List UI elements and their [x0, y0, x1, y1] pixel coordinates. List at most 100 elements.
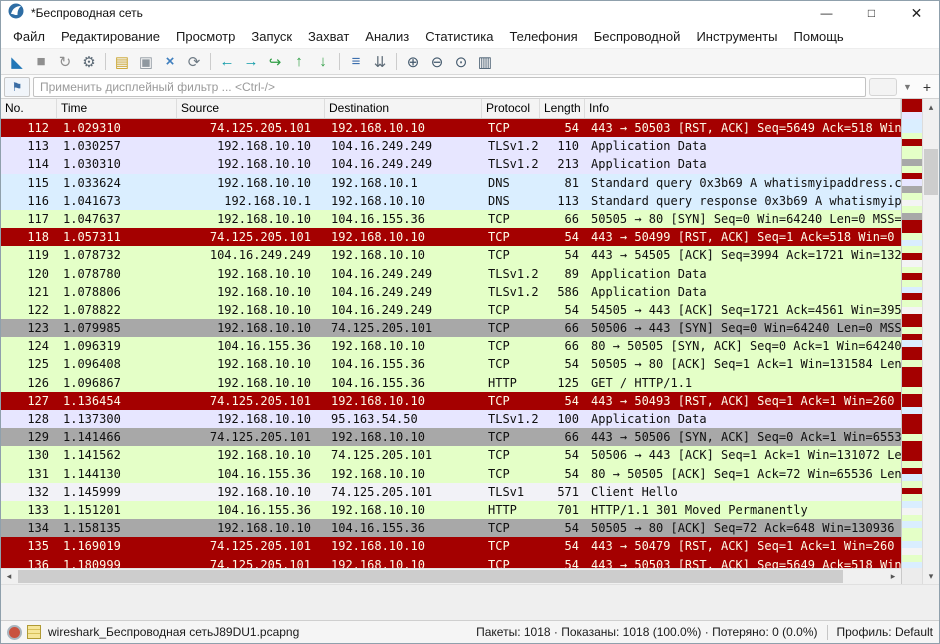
cell-destination: 74.125.205.101: [325, 483, 482, 501]
scroll-right-arrow[interactable]: ▸: [885, 569, 901, 584]
start-capture-icon[interactable]: ◣: [5, 51, 29, 73]
capture-comment-icon[interactable]: [27, 625, 41, 639]
packet-row-125[interactable]: 1251.096408192.168.10.10104.16.155.36TCP…: [1, 355, 901, 373]
main-toolbar: ◣■↻⚙ ▤▣×⟳ ←→↪↑↓ ≡⇊ ⊕⊖⊙▥: [1, 49, 939, 75]
menu-view[interactable]: Просмотр: [168, 29, 243, 44]
cell-destination: 192.168.10.10: [325, 537, 482, 555]
cell-protocol: TCP: [482, 556, 540, 569]
minimap-stripe: [902, 501, 922, 508]
packet-row-127[interactable]: 1271.13645474.125.205.101192.168.10.10TC…: [1, 392, 901, 410]
horizontal-scrollbar[interactable]: ◂ ▸: [1, 568, 901, 584]
capture-options-icon[interactable]: ⚙: [77, 51, 101, 73]
menu-tools[interactable]: Инструменты: [688, 29, 785, 44]
close-file-icon[interactable]: ×: [158, 51, 182, 73]
scroll-left-arrow[interactable]: ◂: [1, 569, 17, 584]
packet-row-134[interactable]: 1341.158135192.168.10.10104.16.155.36TCP…: [1, 519, 901, 537]
zoom-in-icon[interactable]: ⊕: [401, 51, 425, 73]
cell-length: 701: [540, 501, 585, 519]
column-header-source[interactable]: Source: [177, 99, 325, 118]
zoom-out-icon[interactable]: ⊖: [425, 51, 449, 73]
packet-row-128[interactable]: 1281.137300192.168.10.1095.163.54.50TLSv…: [1, 410, 901, 428]
menu-help[interactable]: Помощь: [786, 29, 852, 44]
packet-row-116[interactable]: 1161.041673192.168.10.1192.168.10.10DNS1…: [1, 192, 901, 210]
packet-row-126[interactable]: 1261.096867192.168.10.10104.16.155.36HTT…: [1, 374, 901, 392]
stop-capture-icon[interactable]: ■: [29, 51, 53, 73]
packet-row-132[interactable]: 1321.145999192.168.10.1074.125.205.101TL…: [1, 483, 901, 501]
go-to-packet-icon[interactable]: ↪: [263, 51, 287, 73]
vertical-scroll-thumb[interactable]: [924, 149, 938, 195]
packet-minimap[interactable]: [902, 99, 922, 568]
packet-row-131[interactable]: 1311.144130104.16.155.36192.168.10.10TCP…: [1, 465, 901, 483]
title-bar[interactable]: *Беспроводная сеть — □ ✕: [1, 1, 939, 25]
cell-source: 192.168.10.10: [177, 319, 325, 337]
menu-capture[interactable]: Захват: [300, 29, 357, 44]
packet-row-123[interactable]: 1231.079985192.168.10.1074.125.205.101TC…: [1, 319, 901, 337]
column-header-time[interactable]: Time: [57, 99, 177, 118]
menu-wireless[interactable]: Беспроводной: [586, 29, 689, 44]
maximize-button[interactable]: □: [849, 1, 894, 25]
close-button[interactable]: ✕: [894, 1, 939, 25]
menu-telephony[interactable]: Телефония: [501, 29, 585, 44]
resize-columns-icon[interactable]: ▥: [473, 51, 497, 73]
go-forward-icon[interactable]: →: [239, 51, 263, 73]
column-header-no[interactable]: No.: [1, 99, 57, 118]
minimap-stripe: [902, 246, 922, 253]
profile-label[interactable]: Профиль: Default: [837, 625, 934, 639]
packet-row-117[interactable]: 1171.047637192.168.10.10104.16.155.36TCP…: [1, 210, 901, 228]
horizontal-scroll-track[interactable]: [17, 569, 885, 584]
minimize-button[interactable]: —: [804, 1, 849, 25]
colorize-icon[interactable]: ≡: [344, 51, 368, 73]
packet-row-113[interactable]: 1131.030257192.168.10.10104.16.249.249TL…: [1, 137, 901, 155]
column-header-destination[interactable]: Destination: [325, 99, 482, 118]
go-back-icon[interactable]: ←: [215, 51, 239, 73]
packet-row-120[interactable]: 1201.078780192.168.10.10104.16.249.249TL…: [1, 265, 901, 283]
packet-row-124[interactable]: 1241.096319104.16.155.36192.168.10.10TCP…: [1, 337, 901, 355]
cell-source: 192.168.10.10: [177, 519, 325, 537]
cell-info: 50505 → 80 [SYN] Seq=0 Win=64240 Len=0 M…: [585, 210, 901, 228]
cell-info: 54505 → 443 [ACK] Seq=1721 Ack=4561 Win=…: [585, 301, 901, 319]
packet-row-129[interactable]: 1291.14146674.125.205.101192.168.10.10TC…: [1, 428, 901, 446]
packet-row-119[interactable]: 1191.078732104.16.249.249192.168.10.10TC…: [1, 246, 901, 264]
packet-row-121[interactable]: 1211.078806192.168.10.10104.16.249.249TL…: [1, 283, 901, 301]
expert-info-icon[interactable]: [7, 625, 22, 640]
cell-destination: 104.16.249.249: [325, 137, 482, 155]
packet-row-136[interactable]: 1361.18099974.125.205.101192.168.10.10TC…: [1, 556, 901, 569]
open-file-icon[interactable]: ▤: [110, 51, 134, 73]
add-filter-button[interactable]: +: [918, 78, 936, 96]
packet-row-115[interactable]: 1151.033624192.168.10.10192.168.10.1DNS8…: [1, 174, 901, 192]
column-header-length[interactable]: Length: [540, 99, 585, 118]
restart-capture-icon[interactable]: ↻: [53, 51, 77, 73]
save-file-icon[interactable]: ▣: [134, 51, 158, 73]
vertical-scrollbar[interactable]: ▴ ▾: [922, 99, 939, 584]
packet-row-130[interactable]: 1301.141562192.168.10.1074.125.205.101TC…: [1, 446, 901, 464]
menu-go[interactable]: Запуск: [243, 29, 300, 44]
display-filter-input[interactable]: [33, 77, 866, 97]
minimap-stripe: [902, 381, 922, 388]
scroll-up-arrow[interactable]: ▴: [923, 99, 939, 115]
vertical-scroll-track[interactable]: [923, 115, 939, 568]
horizontal-scroll-thumb[interactable]: [18, 570, 843, 583]
reload-file-icon[interactable]: ⟳: [182, 51, 206, 73]
scroll-down-arrow[interactable]: ▾: [923, 568, 939, 584]
packet-row-133[interactable]: 1331.151201104.16.155.36192.168.10.10HTT…: [1, 501, 901, 519]
menu-statistics[interactable]: Статистика: [417, 29, 501, 44]
auto-scroll-icon[interactable]: ⇊: [368, 51, 392, 73]
cell-info: Standard query response 0x3b69 A whatism…: [585, 192, 901, 210]
filter-bookmark-icon[interactable]: ⚑: [4, 77, 30, 97]
menu-edit[interactable]: Редактирование: [53, 29, 168, 44]
packet-row-112[interactable]: 1121.02931074.125.205.101192.168.10.10TC…: [1, 119, 901, 137]
menu-file[interactable]: Файл: [5, 29, 53, 44]
column-header-info[interactable]: Info: [585, 99, 901, 118]
packet-row-118[interactable]: 1181.05731174.125.205.101192.168.10.10TC…: [1, 228, 901, 246]
packet-row-122[interactable]: 1221.078822192.168.10.10104.16.249.249TC…: [1, 301, 901, 319]
zoom-reset-icon[interactable]: ⊙: [449, 51, 473, 73]
filter-expression-box[interactable]: [869, 78, 897, 96]
go-to-bottom-icon[interactable]: ↓: [311, 51, 335, 73]
packet-row-135[interactable]: 1351.16901974.125.205.101192.168.10.10TC…: [1, 537, 901, 555]
go-to-top-icon[interactable]: ↑: [287, 51, 311, 73]
filter-dropdown-arrow[interactable]: ▼: [900, 78, 915, 96]
column-header-protocol[interactable]: Protocol: [482, 99, 540, 118]
menu-analyze[interactable]: Анализ: [357, 29, 417, 44]
packet-row-114[interactable]: 1141.030310192.168.10.10104.16.249.249TL…: [1, 155, 901, 173]
minimap-stripe: [902, 481, 922, 488]
